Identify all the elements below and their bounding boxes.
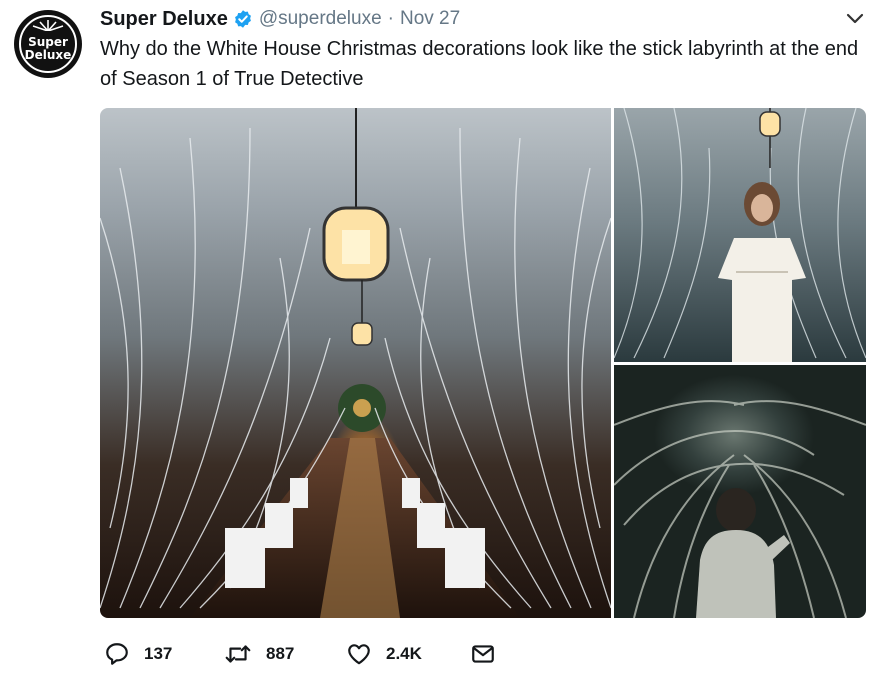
sunburst-icon (32, 20, 64, 31)
envelope-icon (472, 645, 494, 663)
retweet-count: 887 (266, 644, 295, 663)
like-button[interactable]: 2.4K (346, 641, 422, 667)
tweet-date[interactable]: Nov 27 (400, 8, 460, 30)
reply-button[interactable]: 137 (104, 641, 172, 667)
media-grid (100, 108, 866, 618)
like-count: 2.4K (386, 644, 422, 663)
direct-message-button[interactable] (470, 641, 496, 667)
retweet-button[interactable]: 887 (224, 641, 294, 667)
photo-man-in-labyrinth[interactable] (614, 365, 866, 618)
tweet-header: Super Deluxe @superdeluxe · Nov 27 (100, 6, 860, 32)
tweet-text: Why do the White House Christmas decorat… (100, 38, 859, 90)
separator-dot: · (387, 8, 394, 29)
account-handle[interactable]: @superdeluxe (259, 8, 382, 30)
super-deluxe-logo: Super Deluxe (19, 15, 77, 73)
heart-icon (348, 644, 370, 665)
photo-hallway[interactable] (100, 108, 611, 618)
avatar[interactable]: Super Deluxe (14, 10, 82, 78)
photo-woman-in-branches[interactable] (614, 108, 866, 362)
hallway-illustration (100, 108, 611, 618)
reply-count: 137 (144, 644, 173, 663)
verified-badge-icon (233, 9, 253, 29)
chevron-down-icon[interactable] (846, 12, 864, 26)
labyrinth-illustration (614, 400, 866, 618)
avatar-text-line2: Deluxe (24, 48, 72, 62)
woman-illustration (614, 108, 866, 362)
account-name[interactable]: Super Deluxe (100, 8, 228, 31)
retweet-icon (225, 645, 251, 663)
reply-icon (106, 643, 128, 665)
